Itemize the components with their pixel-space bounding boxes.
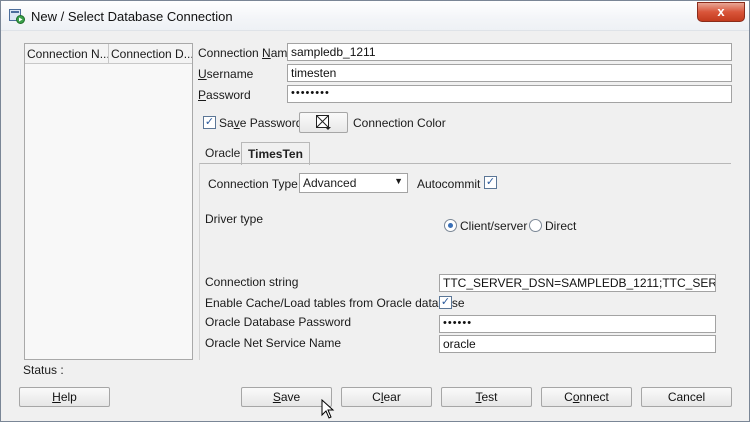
connection-list-header: Connection N... Connection D... [25, 44, 192, 64]
column-header-connection-name[interactable]: Connection N... [25, 44, 109, 63]
column-header-connection-details[interactable]: Connection D... [109, 44, 192, 63]
clear-button[interactable]: Clear [341, 387, 432, 407]
connect-button[interactable]: Connect [541, 387, 632, 407]
enable-cache-checkbox[interactable]: ✓ [439, 296, 452, 309]
database-connection-icon [9, 9, 25, 24]
connection-type-label: Connection Type [208, 177, 298, 191]
oracle-db-password-input[interactable]: •••••• [439, 315, 716, 333]
tab-timesten[interactable]: TimesTen [241, 142, 310, 165]
connection-type-value: Advanced [303, 176, 357, 190]
oracle-db-password-label: Oracle Database Password [205, 315, 352, 329]
net-service-name-label: Oracle Net Service Name [205, 336, 342, 350]
save-password-label: Save Password [219, 116, 303, 130]
window-title: New / Select Database Connection [31, 9, 233, 24]
username-label: Username [198, 67, 254, 81]
password-label: Password [198, 88, 251, 102]
password-input[interactable]: •••••••• [287, 85, 732, 103]
mouse-pointer-icon [321, 399, 335, 419]
username-input[interactable]: timesten [287, 64, 732, 82]
tab-oracle[interactable]: Oracle [199, 142, 246, 164]
connection-name-label: Connection Name [198, 46, 295, 60]
chevron-down-icon: ▼ [394, 176, 403, 186]
client-server-label: Client/server [460, 219, 528, 233]
connection-type-select[interactable]: Advanced ▼ [299, 173, 408, 193]
cancel-button[interactable]: Cancel [641, 387, 732, 407]
enable-cache-label: Enable Cache/Load tables from Oracle dat… [205, 296, 465, 310]
save-button[interactable]: Save [241, 387, 332, 407]
connection-string-label: Connection string [205, 275, 299, 289]
title-bar: New / Select Database Connection x [1, 1, 749, 31]
test-button[interactable]: Test [441, 387, 532, 407]
color-picker-icon [316, 115, 331, 130]
connection-name-input[interactable]: sampledb_1211 [287, 43, 732, 61]
connection-color-button[interactable] [299, 112, 348, 133]
connection-string-input[interactable]: TTC_SERVER_DSN=SAMPLEDB_1211;TTC_SERVER=… [439, 274, 716, 292]
dialog-window: New / Select Database Connection x Conne… [0, 0, 750, 422]
close-icon: x [717, 4, 725, 19]
connection-color-label: Connection Color [353, 116, 446, 130]
status-label: Status : [23, 363, 64, 377]
autocommit-label: Autocommit [417, 177, 481, 191]
help-button[interactable]: Help [19, 387, 110, 407]
radio-direct[interactable] [529, 219, 542, 232]
save-password-checkbox[interactable]: ✓ [203, 116, 216, 129]
driver-type-label: Driver type [205, 212, 264, 226]
autocommit-checkbox[interactable]: ✓ [484, 176, 497, 189]
close-button[interactable]: x [697, 2, 745, 22]
net-service-name-input[interactable]: oracle [439, 335, 716, 353]
connection-list[interactable]: Connection N... Connection D... [24, 43, 193, 360]
direct-label: Direct [545, 219, 577, 233]
radio-client-server[interactable] [444, 219, 457, 232]
